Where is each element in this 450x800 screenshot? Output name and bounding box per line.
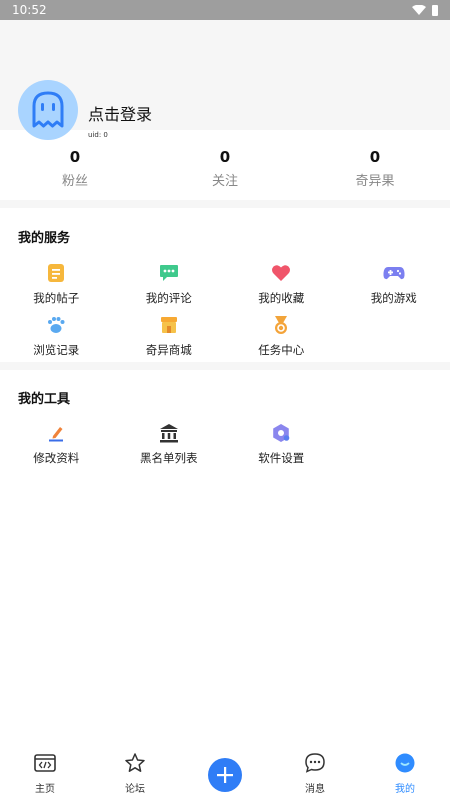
grid-item-label: 我的评论 [145, 291, 192, 305]
grid-item-label: 奇异商城 [145, 343, 192, 357]
login-link[interactable]: 点击登录 [88, 101, 152, 125]
tool-settings[interactable]: 软件设置 [225, 422, 338, 474]
paw-icon [45, 314, 67, 336]
battery-icon [432, 4, 438, 16]
uid-label: uid: 0 [88, 131, 108, 139]
system-icons [412, 4, 438, 16]
status-time: 10:52 [12, 3, 47, 17]
profile-icon [394, 752, 416, 774]
tools-title: 我的工具 [18, 392, 71, 407]
edit-icon [45, 422, 67, 444]
comments-icon [158, 262, 180, 284]
gamepad-icon [383, 262, 405, 284]
tab-home[interactable]: 主页 [0, 748, 90, 800]
stat-following[interactable]: 0 关注 [150, 146, 300, 200]
stat-label: 粉丝 [61, 174, 88, 189]
grid-item-label: 我的收藏 [258, 291, 305, 305]
stat-kiwi[interactable]: 0 奇异果 [300, 146, 450, 200]
ghost-icon [32, 91, 64, 128]
service-kiwi-shop[interactable]: 奇异商城 [113, 314, 226, 366]
posts-icon [45, 262, 67, 284]
heart-icon [270, 262, 292, 284]
tab-label: 我的 [395, 784, 415, 795]
star-icon [124, 752, 146, 774]
tab-label: 消息 [305, 784, 325, 795]
status-bar: 10:52 [0, 0, 450, 20]
add-button[interactable] [208, 758, 242, 792]
tab-add[interactable] [180, 748, 270, 800]
service-my-favorites[interactable]: 我的收藏 [225, 262, 338, 314]
tab-forum[interactable]: 论坛 [90, 748, 180, 800]
tool-blacklist[interactable]: 黑名单列表 [113, 422, 226, 474]
services-grid: 我的帖子 我的评论 我的收藏 我的游戏 浏览记录 奇异商城 任务中心 [0, 262, 450, 366]
tool-edit-profile[interactable]: 修改资料 [0, 422, 113, 474]
stat-fans[interactable]: 0 粉丝 [0, 146, 150, 200]
medal-icon [270, 314, 292, 336]
stat-label: 奇异果 [355, 174, 395, 189]
tab-mine[interactable]: 我的 [360, 748, 450, 800]
stat-label: 关注 [211, 174, 238, 189]
stat-value: 0 [219, 148, 231, 166]
grid-item-label: 黑名单列表 [140, 451, 198, 465]
grid-item-label: 我的帖子 [33, 291, 80, 305]
service-browse-history[interactable]: 浏览记录 [0, 314, 113, 366]
section-divider [0, 362, 450, 370]
grid-item-label: 我的游戏 [370, 291, 417, 305]
tab-label: 主页 [35, 784, 55, 795]
wifi-icon [412, 5, 426, 15]
service-task-center[interactable]: 任务中心 [225, 314, 338, 366]
service-my-comments[interactable]: 我的评论 [113, 262, 226, 314]
settings-icon [270, 422, 292, 444]
grid-item-label: 修改资料 [33, 451, 80, 465]
service-my-posts[interactable]: 我的帖子 [0, 262, 113, 314]
bottom-tab-bar: 主页 论坛 消息 我的 [0, 748, 450, 800]
grid-item-label: 浏览记录 [33, 343, 80, 357]
services-title: 我的服务 [18, 231, 71, 246]
shop-icon [158, 314, 180, 336]
service-my-games[interactable]: 我的游戏 [338, 262, 450, 314]
profile-area[interactable] [18, 80, 78, 140]
section-divider [0, 200, 450, 208]
tab-label: 论坛 [125, 784, 145, 795]
grid-item-label: 任务中心 [258, 343, 305, 357]
stats-row: 0 粉丝 0 关注 0 奇异果 [0, 146, 450, 200]
message-icon [304, 752, 326, 774]
building-icon [158, 422, 180, 444]
code-icon [34, 752, 56, 774]
stat-value: 0 [69, 148, 81, 166]
tab-messages[interactable]: 消息 [270, 748, 360, 800]
tools-grid: 修改资料 黑名单列表 软件设置 [0, 422, 450, 474]
plus-icon [217, 767, 233, 783]
avatar[interactable] [18, 80, 78, 140]
grid-item-label: 软件设置 [258, 451, 305, 465]
stat-value: 0 [369, 148, 381, 166]
